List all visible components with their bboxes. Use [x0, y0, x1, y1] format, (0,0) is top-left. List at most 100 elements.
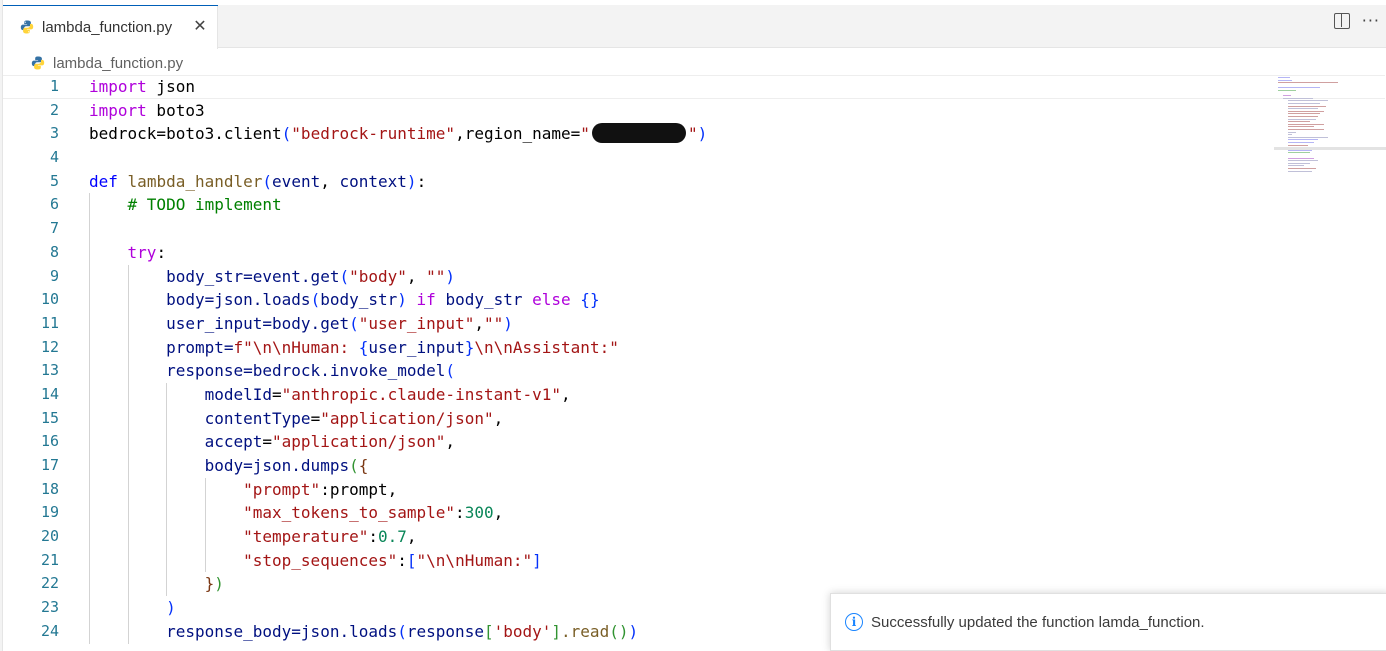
code-line: "temperature":0.7,: [89, 525, 1386, 549]
code-editor[interactable]: 1 2 3 4 5 6 7 8 9 10 11 12 13 14 15 16 17 18 19 20 21 22 23 24 …: [3, 75, 1386, 651]
minimap-line: [1288, 126, 1314, 128]
minimap-line: [1288, 157, 1314, 159]
line-number: 7: [49, 219, 59, 238]
line-number: 13: [40, 361, 59, 380]
minimap[interactable]: [1274, 75, 1386, 185]
breadcrumb-file[interactable]: lambda_function.py: [53, 55, 183, 72]
line-number: 2: [49, 100, 59, 119]
line-number: 20: [40, 527, 59, 546]
minimap-line: [1288, 123, 1324, 125]
code-line: "stop_sequences":["\n\nHuman:"]: [89, 548, 1386, 573]
minimap-line: [1288, 144, 1308, 146]
minimap-line: [1288, 100, 1328, 102]
line-number: 24: [40, 621, 59, 640]
line-number: 11: [40, 313, 59, 332]
code-line: [89, 217, 1386, 241]
python-file-icon: [31, 56, 45, 70]
line-number: 19: [40, 503, 59, 522]
minimap-line: [1288, 170, 1312, 172]
tab-bar: lambda_function.py ✕ ···: [3, 5, 1386, 49]
code-line: body=json.dumps({: [89, 454, 1386, 478]
line-number: 22: [40, 574, 59, 593]
code-line: # TODO implement: [89, 193, 1386, 218]
code-line: contentType="application/json",: [89, 406, 1386, 431]
minimap-line: [1288, 113, 1320, 115]
code-line: body=json.loads(body_str) if body_str el…: [89, 288, 1386, 312]
line-number: 14: [40, 384, 59, 403]
minimap-line: [1288, 160, 1318, 162]
line-number: 10: [40, 290, 59, 309]
minimap-line: [1288, 134, 1292, 136]
code-line: "prompt":prompt,: [89, 477, 1386, 502]
editor-actions: ···: [1333, 13, 1386, 29]
line-number: 1: [49, 77, 59, 95]
minimap-line: [1278, 82, 1338, 84]
line-number-gutter: 1 2 3 4 5 6 7 8 9 10 11 12 13 14 15 16 17 18 19 20 21 22 23 24: [3, 75, 63, 644]
code-line: bedrock=boto3.client("bedrock-runtime",r…: [89, 123, 708, 144]
line-number: 21: [40, 550, 59, 569]
notification-toast: i Successfully updated the function lamd…: [830, 593, 1386, 651]
minimap-line: [1288, 155, 1306, 156]
close-icon[interactable]: ✕: [191, 17, 209, 35]
minimap-line: [1288, 131, 1296, 133]
active-tab-indicator: [3, 5, 218, 6]
minimap-line: [1283, 95, 1291, 97]
minimap-line: [1288, 165, 1304, 167]
code-line: prompt=f"\n\nHuman: {user_input}\n\nAssi…: [89, 335, 1386, 360]
code-line: modelId="anthropic.claude-instant-v1",: [89, 382, 1386, 407]
minimap-line: [1288, 136, 1328, 138]
minimap-line: [1278, 77, 1290, 78]
line-number: 3: [49, 124, 59, 143]
code-line: try:: [89, 240, 1386, 265]
python-file-icon: [20, 20, 34, 34]
minimap-line: [1288, 152, 1310, 154]
breadcrumb: lambda_function.py: [30, 53, 183, 73]
minimap-line: [1278, 87, 1320, 89]
code-line: import boto3: [89, 100, 205, 120]
notification-message: Successfully updated the function lamda_…: [871, 613, 1205, 631]
line-number: 8: [49, 242, 59, 261]
minimap-line: [1288, 110, 1324, 112]
more-actions-icon[interactable]: ···: [1362, 13, 1380, 29]
code-line: accept="application/json",: [89, 430, 1386, 454]
minimap-line: [1288, 103, 1320, 104]
minimap-line: [1288, 168, 1316, 169]
redacted-region: [591, 123, 686, 144]
tab-lambda-function[interactable]: lambda_function.py ✕: [3, 5, 218, 49]
minimap-line: [1288, 129, 1324, 130]
line-number: 16: [40, 432, 59, 451]
code-area[interactable]: import json import boto3 bedrock=boto3.c…: [89, 75, 1386, 644]
code-line: def lambda_handler(event, context):: [89, 171, 427, 191]
code-line: response=bedrock.invoke_model(: [89, 359, 1386, 383]
minimap-line: [1288, 162, 1310, 164]
line-number: 5: [49, 171, 59, 190]
line-number: 15: [40, 408, 59, 427]
tab-label: lambda_function.py: [42, 18, 173, 36]
line-number: 18: [40, 479, 59, 498]
code-line: "max_tokens_to_sample":300,: [89, 501, 1386, 526]
code-line: user_input=body.get("user_input",""): [89, 311, 1386, 336]
minimap-line: [1288, 142, 1314, 143]
minimap-line: [1288, 116, 1318, 117]
line-number: 9: [49, 266, 59, 285]
info-icon: i: [845, 613, 863, 631]
editor-window: lambda_function.py ✕ ··· lambda_function…: [0, 0, 1386, 651]
split-editor-icon[interactable]: [1333, 13, 1350, 29]
line-number: 6: [49, 195, 59, 214]
line-number: 4: [49, 148, 59, 167]
minimap-line: [1288, 121, 1310, 123]
minimap-line: [1288, 118, 1316, 120]
minimap-line: [1288, 139, 1318, 141]
minimap-line: [1278, 79, 1292, 81]
line-number: 23: [40, 598, 59, 617]
minimap-line: [1288, 108, 1318, 110]
line-number: 17: [40, 456, 59, 474]
code-line: body_str=event.get("body", ""): [89, 264, 1386, 289]
minimap-line: [1278, 90, 1296, 91]
minimap-line: [1283, 97, 1313, 99]
minimap-slider[interactable]: [1274, 147, 1386, 150]
line-number: 12: [40, 337, 59, 356]
code-line: import json: [89, 77, 195, 96]
minimap-line: [1288, 105, 1326, 107]
